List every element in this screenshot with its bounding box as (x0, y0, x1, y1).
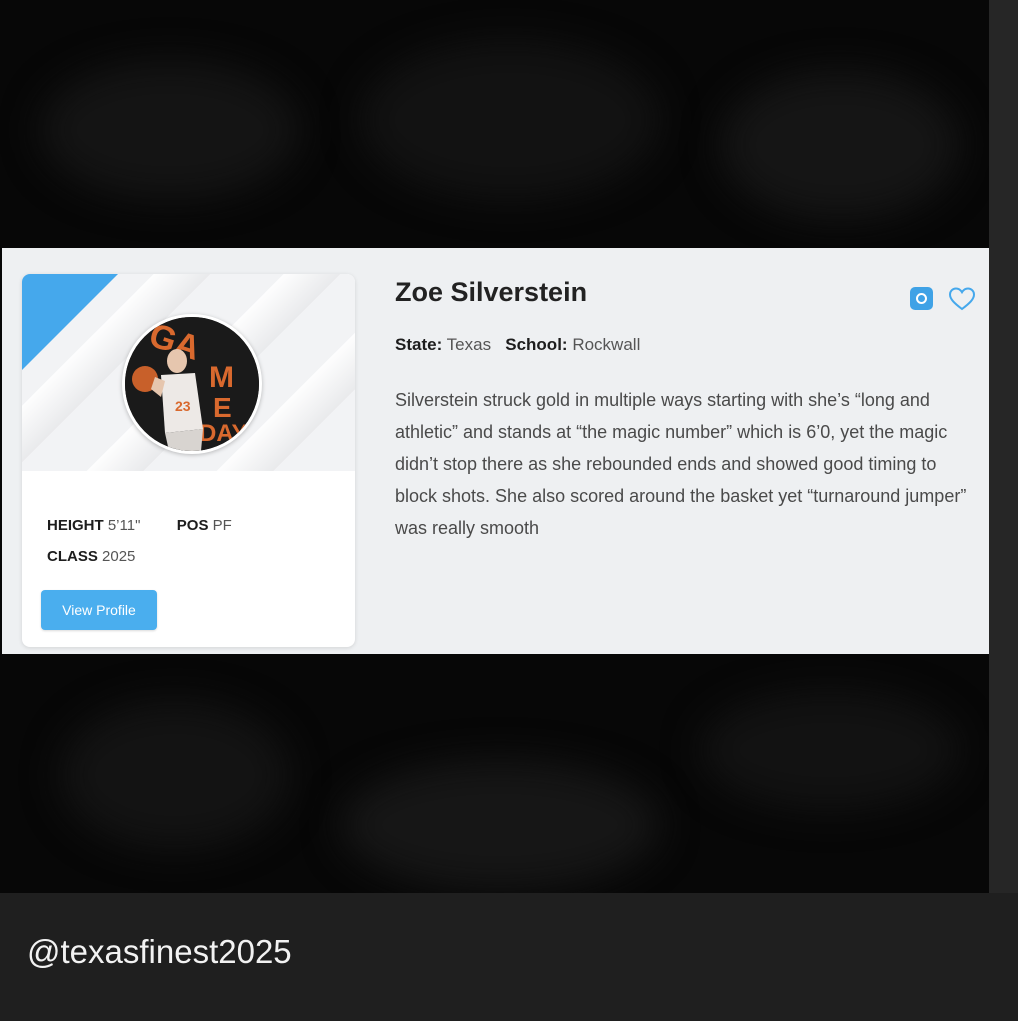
background-blur (360, 40, 660, 200)
svg-text:M: M (209, 361, 234, 394)
player-avatar: GA M E DAY 23 (122, 314, 262, 454)
pos-label: POS (176, 517, 209, 534)
card-header: GA M E DAY 23 (22, 274, 355, 471)
school-label: School: (505, 335, 568, 354)
height-label: HEIGHT (47, 517, 104, 534)
class-label: CLASS (47, 548, 98, 565)
heart-outline-icon[interactable] (948, 286, 976, 312)
player-card-band: GA M E DAY 23 HEIGHT 5’11" POS PF CLASS … (2, 248, 989, 654)
background-blur (60, 700, 290, 850)
caption-handle: @texasfinest2025 (27, 933, 292, 970)
background-blur (720, 70, 960, 220)
player-profile-card: GA M E DAY 23 HEIGHT 5’11" POS PF CLASS … (22, 274, 355, 647)
player-bio: Silverstein struck gold in multiple ways… (395, 390, 967, 538)
background-blur (700, 690, 960, 810)
player-stats: HEIGHT 5’11" POS PF CLASS 2025 (47, 514, 232, 576)
screenshot-frame: GA M E DAY 23 HEIGHT 5’11" POS PF CLASS … (0, 0, 989, 893)
side-border (989, 0, 1018, 893)
school-value: Rockwall (572, 335, 641, 354)
state-label: State: (395, 335, 443, 354)
svg-text:E: E (213, 392, 232, 423)
instagram-icon[interactable] (910, 287, 933, 310)
player-meta: State: Texas School: Rockwall (395, 335, 640, 355)
state-value: Texas (446, 335, 492, 354)
player-name: Zoe Silverstein (395, 277, 588, 307)
svg-text:DAY: DAY (199, 420, 247, 447)
class-value: 2025 (102, 548, 136, 565)
view-profile-button[interactable]: View Profile (41, 590, 157, 630)
height-value: 5’11" (107, 517, 141, 534)
background-blur (340, 760, 660, 890)
corner-accent (22, 274, 118, 370)
pos-value: PF (212, 517, 232, 534)
svg-text:23: 23 (175, 398, 191, 414)
background-blur (40, 60, 300, 200)
avatar-image: GA M E DAY 23 (125, 317, 259, 451)
